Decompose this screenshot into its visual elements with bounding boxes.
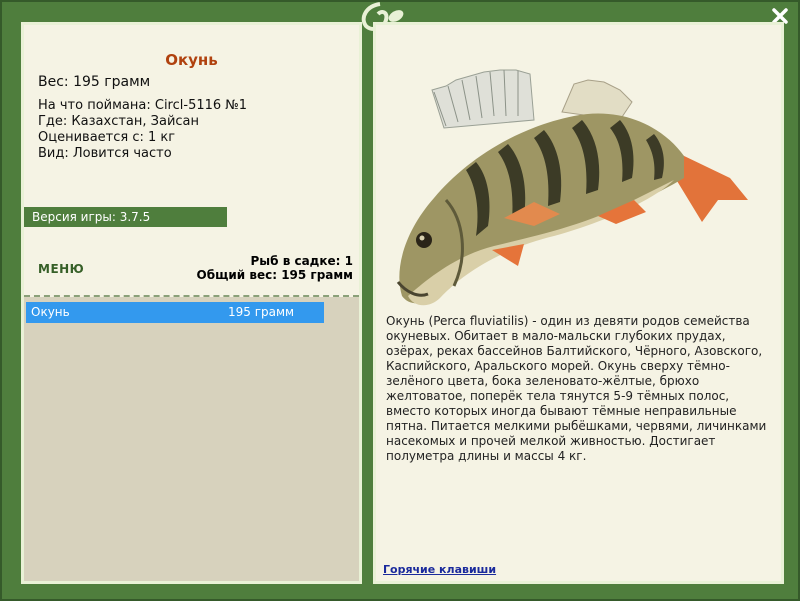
catch-item-name: Окунь: [31, 305, 70, 319]
keep-net-count: Рыб в садке: 1: [250, 254, 354, 268]
fish-details-panel: Окунь Вес: 195 грамм На что поймана: Cir…: [21, 22, 362, 584]
fish-info-card: Окунь Вес: 195 грамм На что поймана: Cir…: [24, 25, 359, 297]
fish-info-window: Окунь Вес: 195 грамм На что поймана: Cir…: [0, 0, 800, 601]
valued-from-text: Оценивается с: 1 кг: [38, 130, 176, 145]
caught-on-text: На что поймана: Circl-5116 №1: [38, 98, 248, 113]
hotkeys-link[interactable]: Горячие клавиши: [383, 563, 496, 576]
fish-description: Окунь (Perca fluviatilis) - один из девя…: [386, 314, 767, 463]
fish-description-panel: Окунь (Perca fluviatilis) - один из девя…: [373, 22, 784, 584]
game-version-label: Версия игры: 3.7.5: [24, 207, 227, 227]
catch-item-weight: 195 грамм: [228, 305, 295, 319]
catch-list: Окунь 195 грамм: [26, 302, 324, 323]
location-text: Где: Казахстан, Зайсан: [38, 114, 200, 129]
perch-image: [396, 69, 748, 306]
keep-net-total-weight: Общий вес: 195 грамм: [196, 268, 353, 282]
fish-kind-text: Вид: Ловится часто: [38, 146, 172, 161]
fish-name-title: Окунь: [165, 51, 218, 69]
menu-button[interactable]: МЕНЮ: [38, 262, 84, 276]
catch-list-item[interactable]: Окунь 195 грамм: [26, 302, 324, 323]
fish-weight: Вес: 195 грамм: [38, 74, 151, 90]
dashed-divider: [24, 295, 359, 297]
